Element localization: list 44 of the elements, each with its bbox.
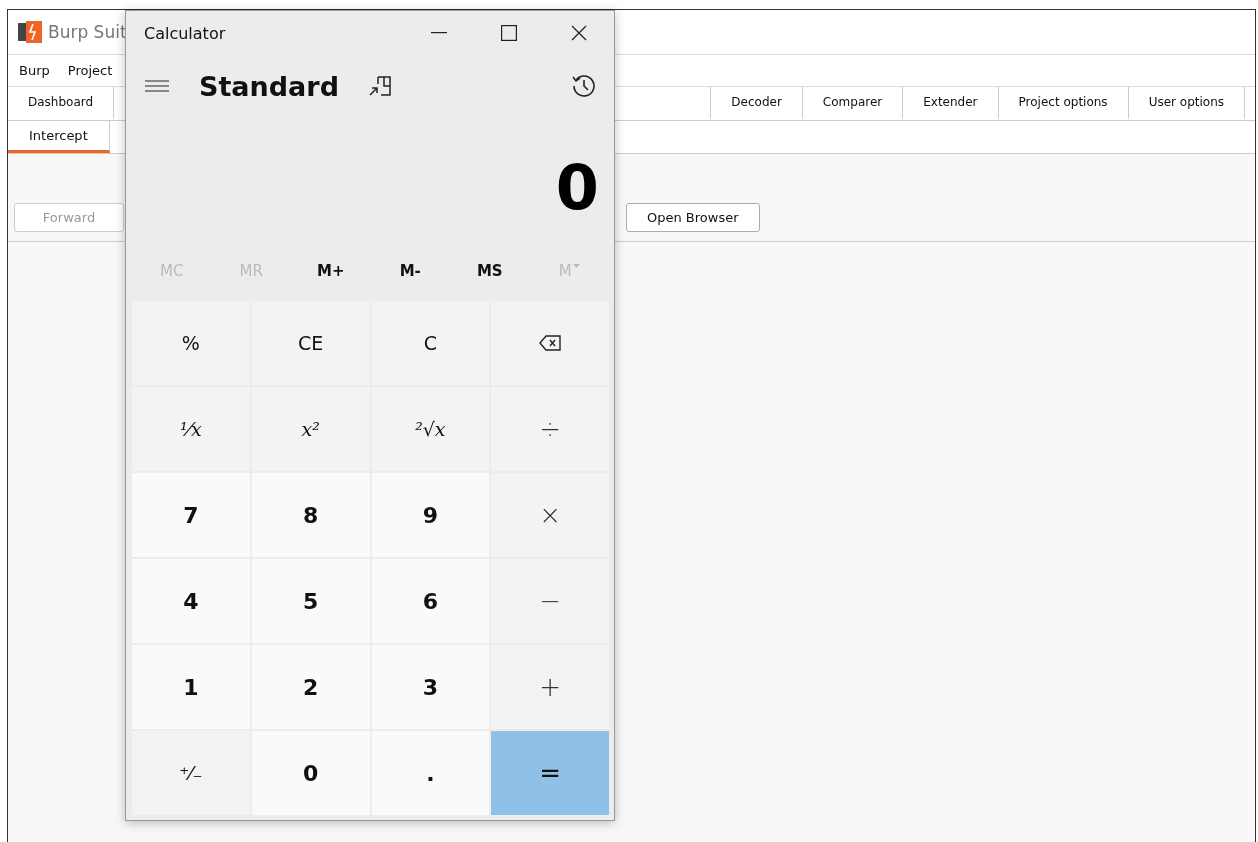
caret-icon (572, 264, 580, 268)
digit-key[interactable]: 8 (251, 473, 370, 557)
operator-key[interactable]: + (491, 645, 609, 729)
digit-key[interactable]: 2 (251, 645, 370, 729)
backspace-icon (539, 335, 562, 351)
equals-key[interactable]: = (491, 731, 609, 815)
menu-item[interactable]: Project (67, 63, 113, 78)
digit-key[interactable]: 1 (132, 645, 250, 729)
memory-button[interactable]: M+ (291, 261, 371, 281)
menu-icon[interactable] (145, 80, 169, 92)
result-display: 0 (554, 150, 600, 226)
operator-key[interactable]: ÷ (491, 387, 609, 471)
function-key[interactable]: ⁺⁄₋ (132, 731, 250, 815)
tab[interactable]: Intercept (8, 121, 110, 153)
window-title: Burp Suit (48, 22, 127, 42)
close-icon[interactable] (571, 25, 587, 41)
maximize-icon[interactable] (501, 25, 517, 41)
function-key[interactable]: C (371, 301, 490, 385)
history-icon[interactable] (571, 73, 597, 99)
memory-button[interactable]: M- (370, 261, 450, 281)
digit-key[interactable]: 3 (371, 645, 490, 729)
digit-key[interactable]: 6 (371, 559, 490, 643)
app-logo-icon (18, 21, 42, 43)
operator-key[interactable]: − (491, 559, 609, 643)
digit-key[interactable]: 7 (132, 473, 250, 557)
function-key[interactable]: CE (251, 301, 370, 385)
function-key[interactable]: % (132, 301, 250, 385)
window-title: Calculator (144, 23, 226, 43)
menu-item[interactable]: Burp (19, 63, 50, 78)
digit-key[interactable]: 5 (251, 559, 370, 643)
function-key[interactable]: x² (251, 387, 370, 471)
action-button[interactable]: Open Browser (626, 203, 760, 232)
digit-key[interactable]: 9 (371, 473, 490, 557)
memory-button[interactable]: MS (450, 261, 530, 281)
keep-on-top-icon[interactable] (369, 76, 391, 96)
function-key[interactable]: ¹⁄x (132, 387, 250, 471)
minimize-icon[interactable] (431, 32, 447, 34)
digit-key[interactable]: 4 (132, 559, 250, 643)
function-key[interactable]: ²√x (371, 387, 490, 471)
digit-key[interactable]: . (371, 731, 490, 815)
digit-key[interactable]: 0 (251, 731, 370, 815)
mode-title: Standard (199, 70, 339, 102)
operator-key[interactable]: × (491, 473, 609, 557)
tab[interactable]: Decoder (710, 87, 803, 120)
